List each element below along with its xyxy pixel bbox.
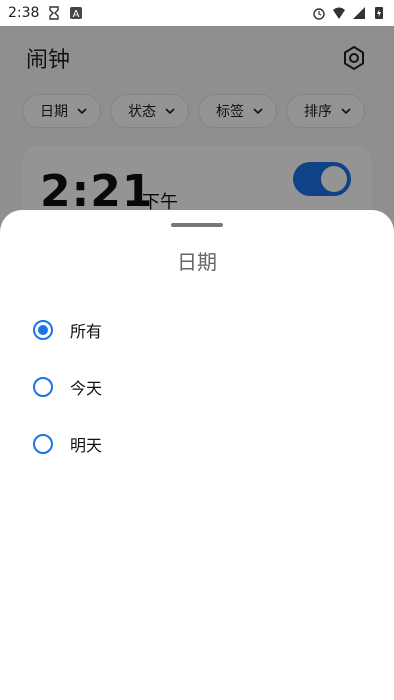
option-tomorrow[interactable]: 明天 — [0, 418, 394, 470]
status-bar: 2:38 A — [0, 0, 394, 26]
hourglass-icon — [49, 6, 60, 20]
sheet-title: 日期 — [177, 250, 217, 274]
app-a-icon: A — [70, 7, 83, 20]
option-label: 所有 — [70, 322, 103, 341]
radio-button[interactable] — [33, 434, 53, 454]
drag-handle[interactable] — [171, 223, 223, 227]
option-today[interactable]: 今天 — [0, 361, 394, 413]
radio-button[interactable] — [33, 320, 53, 340]
status-time: 2:38 — [8, 5, 40, 21]
signal-icon — [353, 7, 365, 19]
option-label: 今天 — [70, 379, 103, 398]
option-label: 明天 — [70, 436, 103, 455]
radio-button[interactable] — [33, 377, 53, 397]
alarm-icon — [313, 8, 325, 20]
svg-text:A: A — [73, 9, 80, 20]
option-all[interactable]: 所有 — [0, 304, 394, 356]
battery-charging-icon — [375, 7, 383, 19]
wifi-icon — [333, 7, 345, 19]
date-filter-sheet: 日期 所有 今天 明天 — [0, 210, 394, 700]
